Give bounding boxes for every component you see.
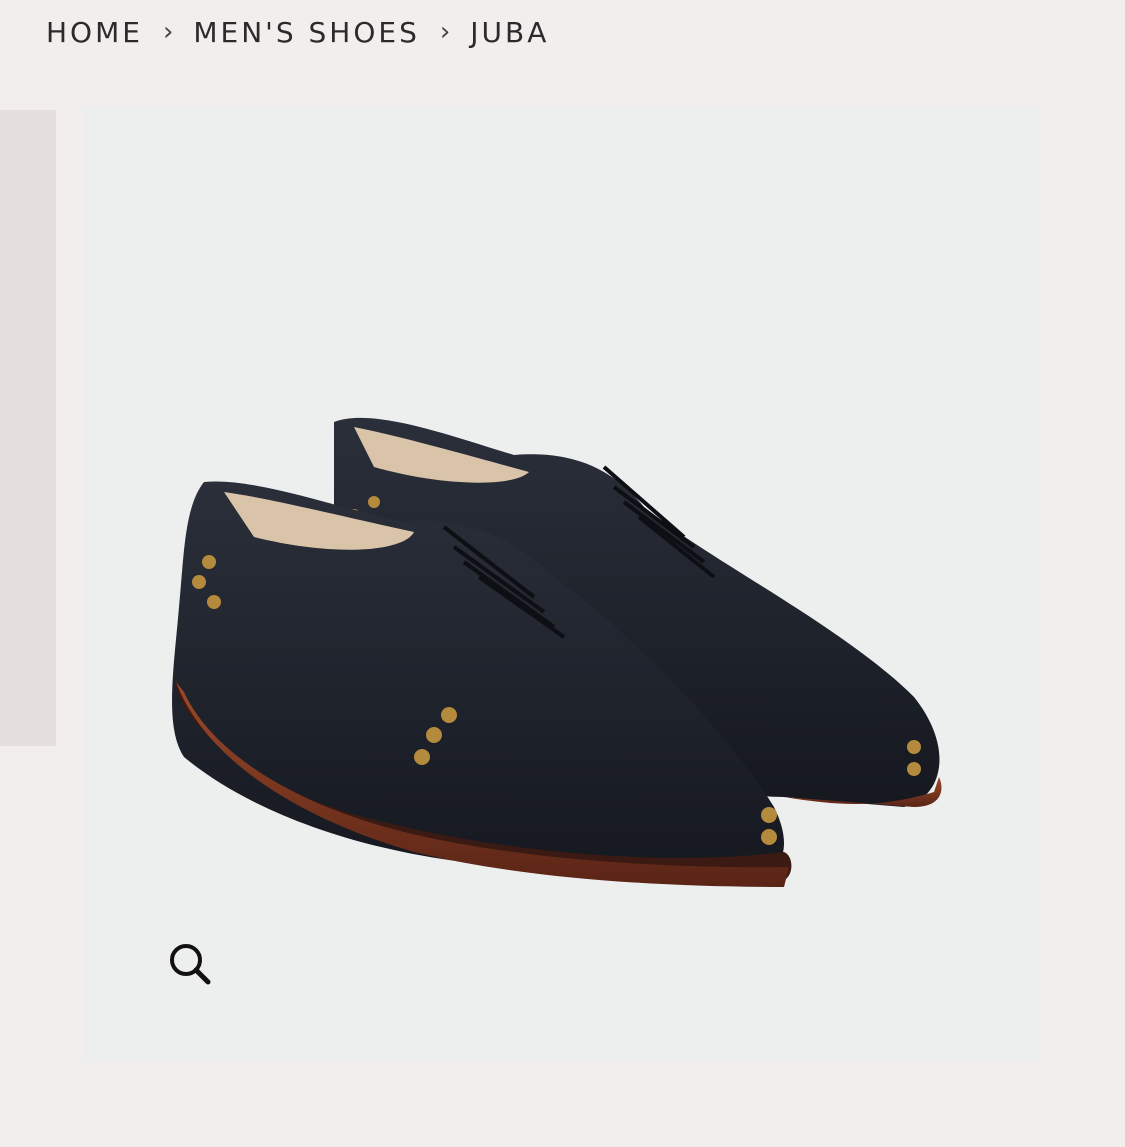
zoom-button[interactable] [162,936,218,992]
breadcrumb: HOME › MEN'S SHOES › JUBA [46,12,549,52]
product-image[interactable] [84,107,1039,1062]
breadcrumb-current: JUBA [470,15,550,49]
thumbnail-strip[interactable] [0,110,56,746]
breadcrumb-separator: › [162,17,174,47]
shoe-pair-image [172,417,942,887]
magnifier-icon [170,944,211,985]
breadcrumb-home[interactable]: HOME [46,16,143,49]
breadcrumb-mens-shoes[interactable]: MEN'S SHOES [193,16,420,49]
breadcrumb-separator: › [439,17,451,47]
